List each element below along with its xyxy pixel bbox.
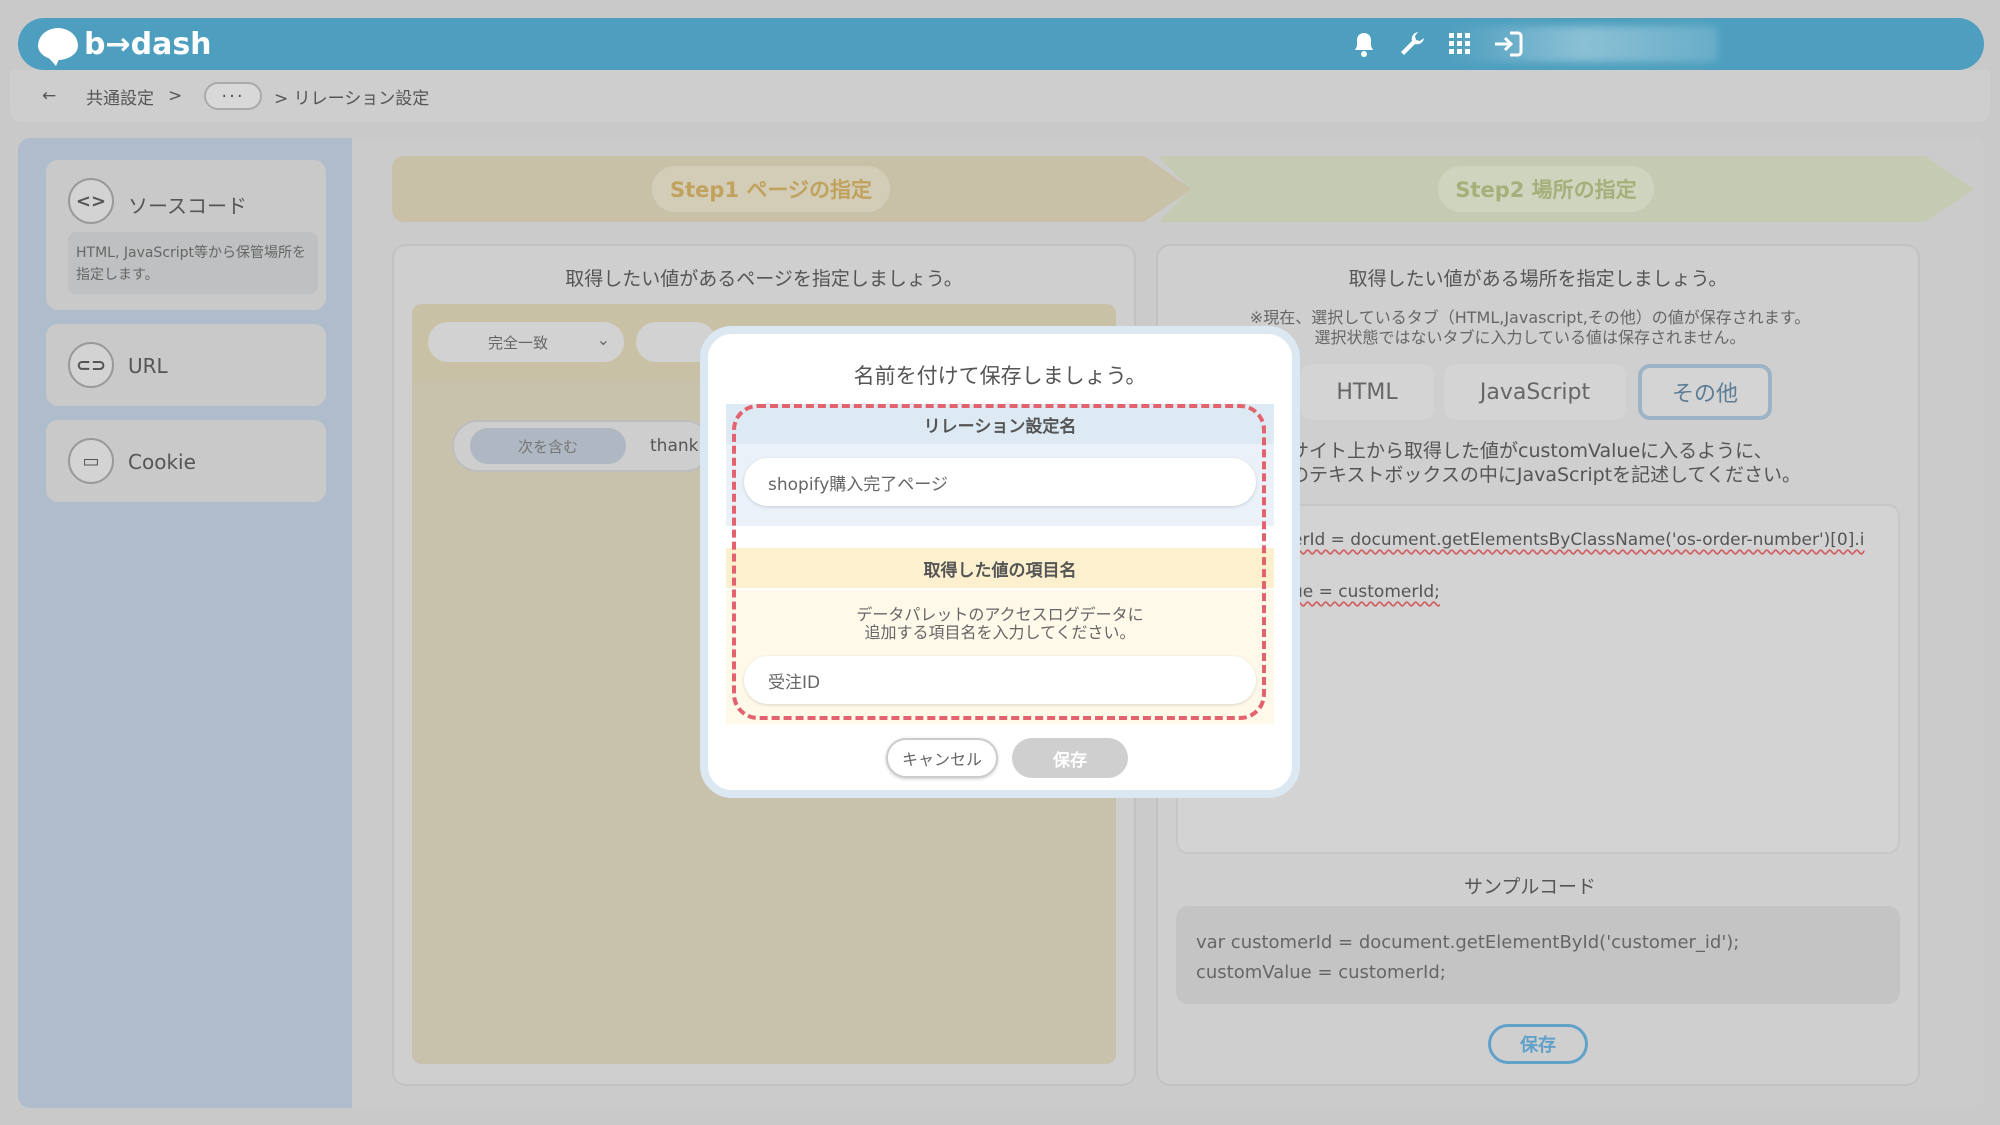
code-line: erId = document.getElementsByClassName('… xyxy=(1292,530,1865,550)
sidebar-item-label: URL xyxy=(128,354,168,378)
modal-save-button[interactable]: 保存 xyxy=(1012,738,1128,778)
hint-line1: サイト上から取得した値がcustomValueに入るように、 xyxy=(1290,440,1773,462)
step2-label: Step2 場所の指定 xyxy=(1438,166,1654,212)
tab-html[interactable]: HTML xyxy=(1300,364,1434,420)
sidebar-item-description: HTML, JavaScript等から保管場所を指定します。 xyxy=(68,232,318,294)
sample-code-title: サンプルコード xyxy=(1463,876,1597,898)
save-button[interactable]: 保存 xyxy=(1488,1024,1588,1064)
logo-bubble-icon xyxy=(38,28,78,66)
step1-label: Step1 ページの指定 xyxy=(652,166,890,212)
sample-code-line: var customerId = document.getElementById… xyxy=(1196,932,1740,953)
modal-title: 名前を付けて保存しましょう。 xyxy=(853,364,1147,388)
sidebar-item-label: Cookie xyxy=(128,450,196,474)
rule-contains-pill[interactable]: 次を含む xyxy=(470,428,626,464)
rule-value: thank xyxy=(650,436,699,456)
page-spec-title: 取得したい値があるページを指定しましょう。 xyxy=(565,268,963,290)
hint-line2: のテキストボックスの中にJavaScriptを記述してください。 xyxy=(1290,464,1801,486)
wrench-icon[interactable] xyxy=(1396,28,1428,60)
user-name-blurred xyxy=(1448,26,1718,62)
back-arrow-icon[interactable]: ← xyxy=(42,70,56,122)
sidebar-item-label: ソースコード xyxy=(128,194,247,218)
match-type-select[interactable]: 完全一致 ⌄ xyxy=(428,322,624,362)
save-name-modal: 名前を付けて保存しましょう。 リレーション設定名 shopify購入完了ページ … xyxy=(700,326,1300,798)
sample-code-box: var customerId = document.getElementById… xyxy=(1176,906,1900,1004)
match-type-value: 完全一致 xyxy=(488,333,549,352)
link-icon: ⊂⊃ xyxy=(68,342,114,388)
tab-other[interactable]: その他 xyxy=(1638,364,1772,420)
code-line: ue = customerId; xyxy=(1292,582,1440,602)
bell-icon[interactable] xyxy=(1348,28,1380,60)
top-header: b→dash xyxy=(18,18,1984,70)
grid-icon[interactable] xyxy=(1444,28,1476,60)
browser-window-icon: ▭ xyxy=(68,438,114,484)
breadcrumb-current: > リレーション設定 xyxy=(274,88,430,109)
cancel-button[interactable]: キャンセル xyxy=(886,738,998,778)
breadcrumb: ← 共通設定 > ··· > リレーション設定 xyxy=(10,70,1990,122)
highlight-dashed-frame xyxy=(732,404,1266,720)
sidebar-item-url[interactable]: ⊂⊃ URL xyxy=(46,324,326,406)
sidebar-item-cookie[interactable]: ▭ Cookie xyxy=(46,420,326,502)
breadcrumb-more-button[interactable]: ··· xyxy=(204,82,262,110)
sidebar-item-source-code[interactable]: <> ソースコード HTML, JavaScript等から保管場所を指定します。 xyxy=(46,160,326,310)
logo-text: b→dash xyxy=(84,26,212,62)
code-icon: <> xyxy=(68,178,114,224)
logout-icon[interactable] xyxy=(1492,28,1524,60)
chevron-down-icon: ⌄ xyxy=(596,330,610,349)
breadcrumb-separator: > xyxy=(168,86,183,106)
logo[interactable]: b→dash xyxy=(38,26,212,66)
tab-javascript[interactable]: JavaScript xyxy=(1444,364,1626,420)
sample-code-line: customValue = customerId; xyxy=(1196,962,1446,983)
location-spec-title: 取得したい値がある場所を指定しましょう。 xyxy=(1348,268,1728,290)
breadcrumb-common-settings[interactable]: 共通設定 xyxy=(86,70,154,122)
